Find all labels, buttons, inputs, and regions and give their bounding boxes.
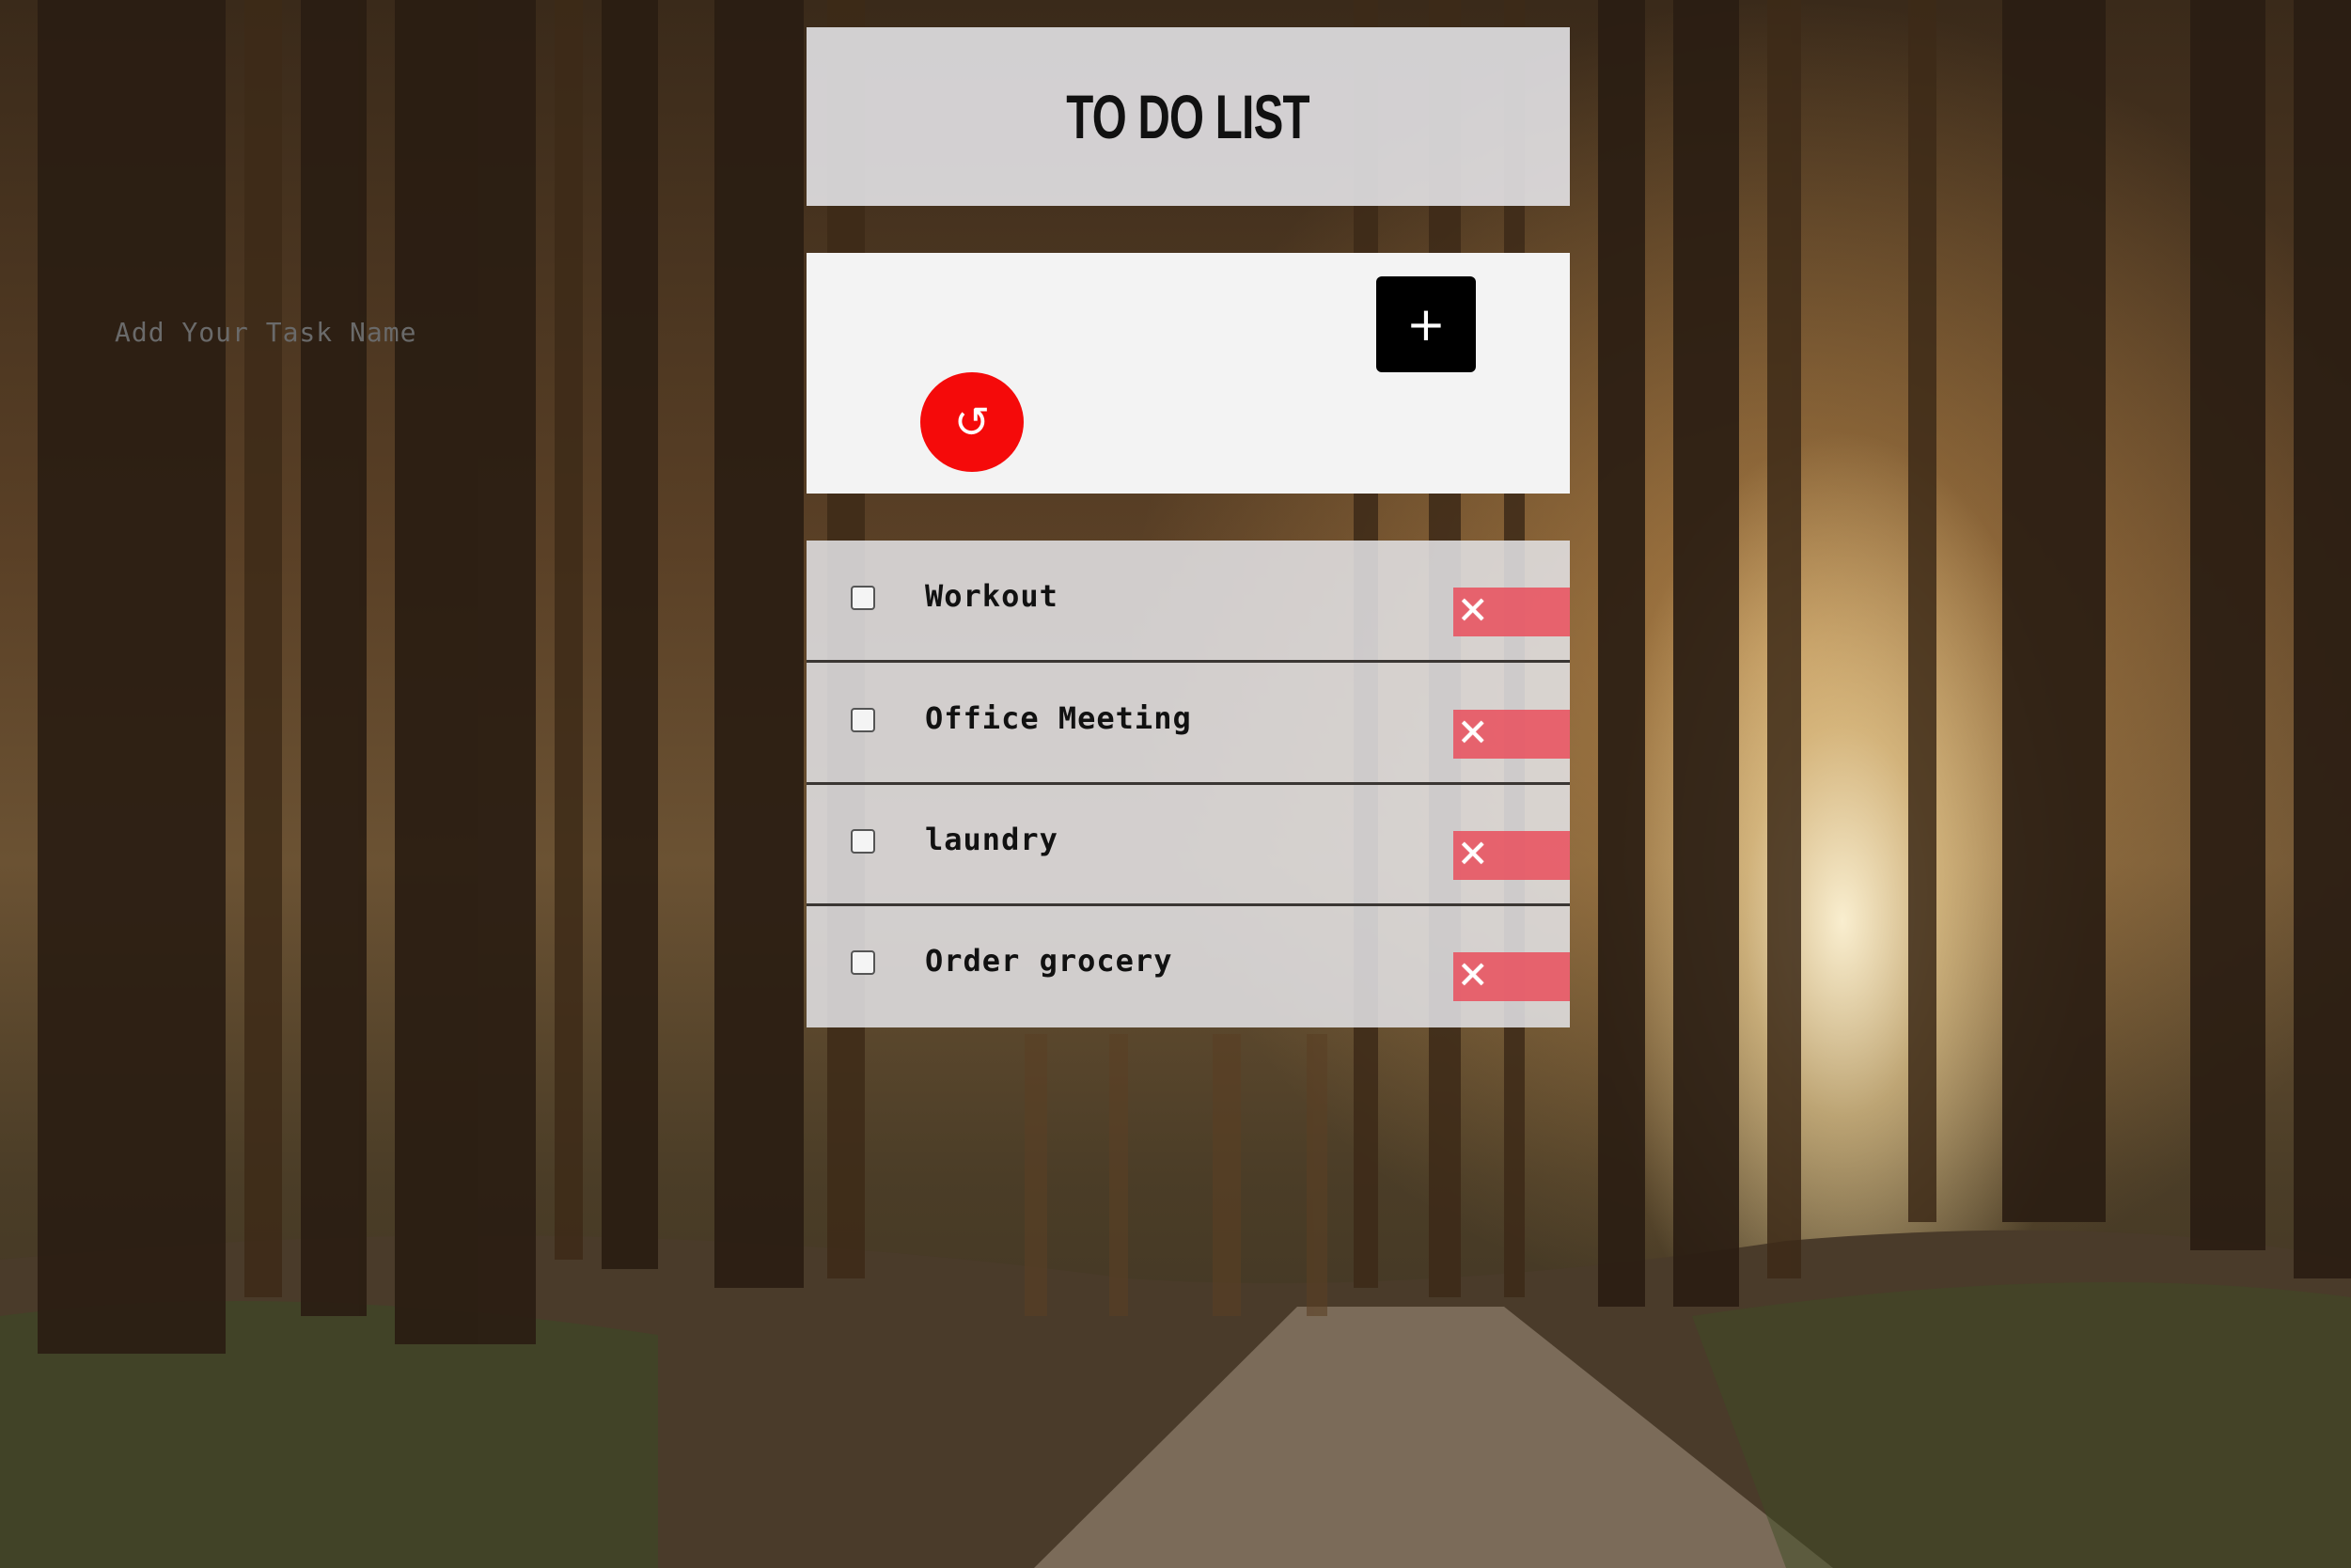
refresh-icon: ↺: [953, 397, 991, 447]
task-checkbox[interactable]: [851, 829, 875, 854]
list-item: Order grocery ✕: [807, 905, 1570, 1026]
reset-button[interactable]: ↺: [920, 372, 1024, 472]
plus-icon: +: [1406, 297, 1446, 352]
task-checkbox[interactable]: [851, 950, 875, 975]
close-icon: ✕: [1457, 833, 1489, 876]
task-label: Workout: [925, 578, 1058, 614]
list-item: laundry ✕: [807, 784, 1570, 906]
delete-task-button[interactable]: ✕: [1453, 710, 1570, 759]
task-label: Order grocery: [925, 943, 1173, 979]
task-label: laundry: [925, 822, 1058, 857]
task-list: Workout ✕ Office Meeting ✕ laundry ✕ Ord…: [807, 541, 1570, 1027]
page-title: TO DO LIST: [1066, 82, 1310, 151]
list-item: Office Meeting ✕: [807, 663, 1570, 785]
close-icon: ✕: [1457, 954, 1489, 997]
delete-task-button[interactable]: ✕: [1453, 588, 1570, 636]
task-label: Office Meeting: [925, 700, 1192, 736]
task-name-input[interactable]: [111, 299, 525, 365]
close-icon: ✕: [1457, 589, 1489, 633]
task-checkbox[interactable]: [851, 586, 875, 610]
title-card: TO DO LIST: [807, 27, 1570, 206]
list-item: Workout ✕: [807, 541, 1570, 663]
add-task-button[interactable]: +: [1376, 276, 1476, 372]
delete-task-button[interactable]: ✕: [1453, 952, 1570, 1001]
task-checkbox[interactable]: [851, 708, 875, 732]
close-icon: ✕: [1457, 712, 1489, 755]
delete-task-button[interactable]: ✕: [1453, 831, 1570, 880]
